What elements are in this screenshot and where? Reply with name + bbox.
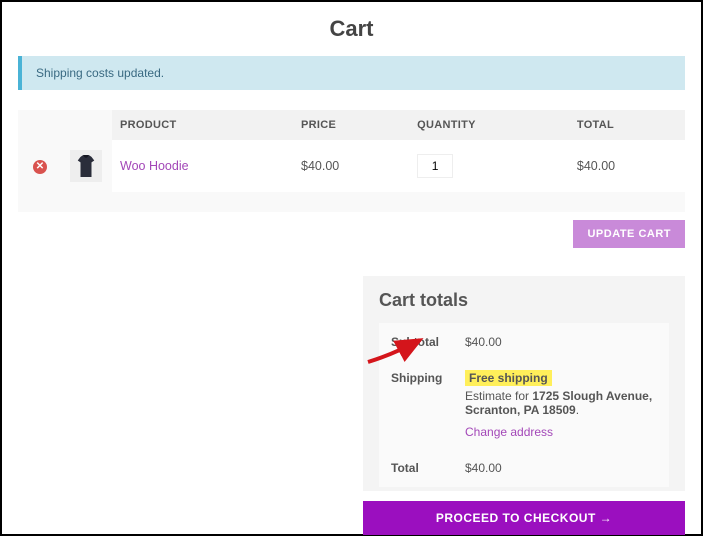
page-title: Cart <box>18 16 685 42</box>
cart-table: PRODUCT PRICE QUANTITY TOTAL ✕ Woo Hoodi… <box>18 110 685 212</box>
total-value: $40.00 <box>455 451 667 485</box>
quantity-input[interactable] <box>417 154 453 178</box>
item-price: $40.00 <box>293 140 409 192</box>
address-suffix: . <box>576 403 579 417</box>
subtotal-value: $40.00 <box>455 325 667 359</box>
total-label: Total <box>381 451 453 485</box>
change-address-link[interactable]: Change address <box>465 425 553 439</box>
notice-text: Shipping costs updated. <box>36 66 164 80</box>
col-price: PRICE <box>293 110 409 140</box>
remove-item-button[interactable]: ✕ <box>33 160 47 174</box>
table-row: ✕ Woo Hoodie $40.00 $40.00 <box>18 140 685 192</box>
col-total: TOTAL <box>569 110 685 140</box>
proceed-to-checkout-button[interactable]: PROCEED TO CHECKOUT → <box>363 501 685 535</box>
update-cart-button[interactable]: UPDATE CART <box>573 220 685 248</box>
product-thumbnail[interactable] <box>70 150 102 182</box>
item-total: $40.00 <box>569 140 685 192</box>
cart-totals-panel: Cart totals Subtotal $40.00 Shipping Fre… <box>363 276 685 491</box>
col-product: PRODUCT <box>112 110 293 140</box>
hoodie-icon <box>75 153 97 179</box>
shipping-method: Free shipping <box>465 370 552 386</box>
shipping-estimate: Estimate for 1725 Slough Avenue, Scranto… <box>465 389 657 417</box>
shipping-label: Shipping <box>381 361 453 449</box>
shipping-notice: Shipping costs updated. <box>18 56 685 90</box>
subtotal-label: Subtotal <box>381 325 453 359</box>
estimate-prefix: Estimate for <box>465 389 532 403</box>
col-quantity: QUANTITY <box>409 110 569 140</box>
totals-title: Cart totals <box>379 290 669 311</box>
product-link[interactable]: Woo Hoodie <box>120 159 189 173</box>
